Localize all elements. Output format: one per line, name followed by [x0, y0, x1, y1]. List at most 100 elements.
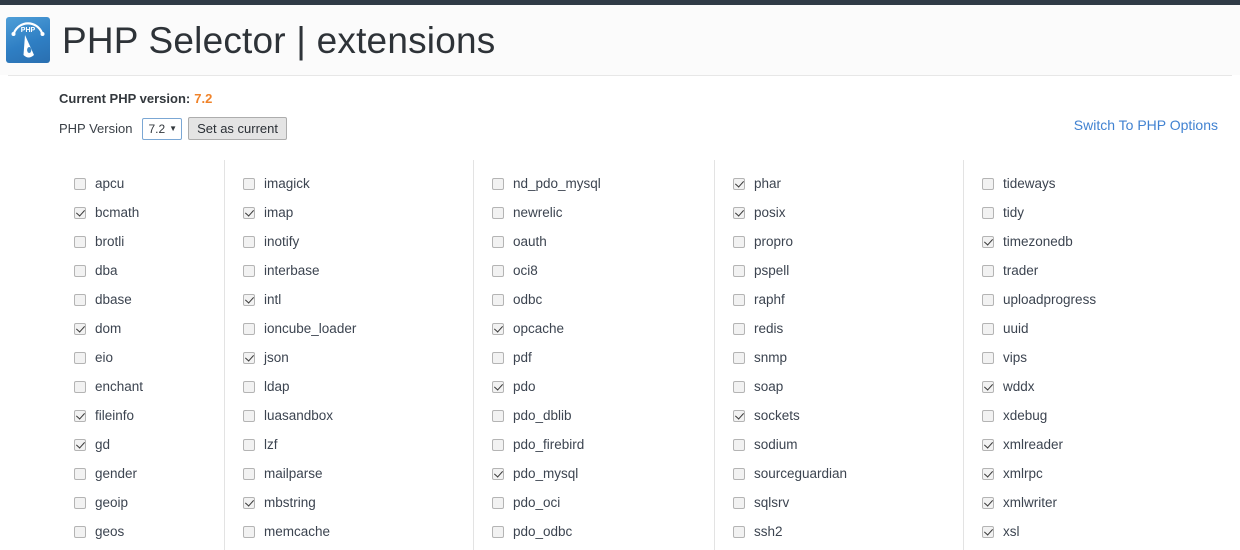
extension-label[interactable]: xsl [1003, 525, 1020, 539]
checkbox-unchecked-icon[interactable] [74, 351, 86, 364]
extension-row[interactable]: memcached [243, 546, 473, 550]
extension-label[interactable]: xdebug [1003, 409, 1047, 423]
checkbox-checked-icon[interactable] [982, 380, 994, 393]
extension-label[interactable]: pdo_oci [513, 496, 560, 510]
extension-label[interactable]: wddx [1003, 380, 1035, 394]
extension-row[interactable]: dbase [74, 285, 224, 314]
extension-row[interactable]: imap [243, 198, 473, 227]
extension-row[interactable]: tideways [982, 169, 1240, 198]
checkbox-unchecked-icon[interactable] [982, 206, 994, 219]
checkbox-unchecked-icon[interactable] [982, 351, 994, 364]
extension-row[interactable]: uploadprogress [982, 285, 1240, 314]
extension-label[interactable]: newrelic [513, 206, 563, 220]
extension-label[interactable]: mbstring [264, 496, 316, 510]
extension-label[interactable]: gd [95, 438, 110, 452]
extension-row[interactable]: xmlrpc [982, 459, 1240, 488]
extension-row[interactable]: mailparse [243, 459, 473, 488]
switch-to-php-options-link[interactable]: Switch To PHP Options [1074, 117, 1218, 133]
checkbox-checked-icon[interactable] [733, 409, 745, 422]
checkbox-unchecked-icon[interactable] [492, 264, 504, 277]
checkbox-checked-icon[interactable] [74, 438, 86, 451]
checkbox-checked-icon[interactable] [492, 380, 504, 393]
extension-label[interactable]: dbase [95, 293, 132, 307]
extension-row[interactable]: pdo [492, 372, 714, 401]
extension-row[interactable]: gender [74, 459, 224, 488]
checkbox-unchecked-icon[interactable] [733, 525, 745, 538]
extension-row[interactable]: uuid [982, 314, 1240, 343]
extension-row[interactable]: dom [74, 314, 224, 343]
extension-label[interactable]: pdo_firebird [513, 438, 584, 452]
checkbox-unchecked-icon[interactable] [74, 177, 86, 190]
extension-label[interactable]: geoip [95, 496, 128, 510]
extension-label[interactable]: gender [95, 467, 137, 481]
checkbox-unchecked-icon[interactable] [492, 351, 504, 364]
extension-label[interactable]: timezonedb [1003, 235, 1073, 249]
extension-label[interactable]: ldap [264, 380, 290, 394]
extension-row[interactable]: pspell [733, 256, 963, 285]
checkbox-checked-icon[interactable] [492, 467, 504, 480]
extension-label[interactable]: sockets [754, 409, 800, 423]
set-as-current-button[interactable]: Set as current [188, 117, 288, 140]
extension-label[interactable]: phar [754, 177, 781, 191]
checkbox-unchecked-icon[interactable] [982, 264, 994, 277]
extension-row[interactable]: json [243, 343, 473, 372]
extension-row[interactable]: gd [74, 430, 224, 459]
extension-label[interactable]: posix [754, 206, 786, 220]
extension-label[interactable]: propro [754, 235, 793, 249]
checkbox-unchecked-icon[interactable] [243, 438, 255, 451]
extension-label[interactable]: ssh2 [754, 525, 783, 539]
extension-row[interactable]: dba [74, 256, 224, 285]
extension-label[interactable]: odbc [513, 293, 542, 307]
extension-label[interactable]: sqlsrv [754, 496, 789, 510]
extension-label[interactable]: pdf [513, 351, 532, 365]
extension-row[interactable]: timezonedb [982, 227, 1240, 256]
extension-row[interactable]: memcache [243, 517, 473, 546]
extension-label[interactable]: soap [754, 380, 783, 394]
extension-row[interactable]: bcmath [74, 198, 224, 227]
checkbox-unchecked-icon[interactable] [733, 293, 745, 306]
extension-row[interactable]: yaf [982, 546, 1240, 550]
checkbox-unchecked-icon[interactable] [492, 409, 504, 422]
extension-row[interactable]: ssh2 [733, 517, 963, 546]
extension-row[interactable]: pdf [492, 343, 714, 372]
checkbox-unchecked-icon[interactable] [733, 496, 745, 509]
extension-row[interactable]: raphf [733, 285, 963, 314]
extension-row[interactable]: sqlsrv [733, 488, 963, 517]
extension-row[interactable]: nd_pdo_mysql [492, 169, 714, 198]
extension-label[interactable]: bcmath [95, 206, 139, 220]
checkbox-unchecked-icon[interactable] [243, 264, 255, 277]
checkbox-checked-icon[interactable] [982, 438, 994, 451]
extension-row[interactable]: apcu [74, 169, 224, 198]
extension-label[interactable]: memcache [264, 525, 330, 539]
checkbox-unchecked-icon[interactable] [492, 177, 504, 190]
extension-row[interactable]: xmlwriter [982, 488, 1240, 517]
checkbox-unchecked-icon[interactable] [733, 235, 745, 248]
extension-row[interactable]: interbase [243, 256, 473, 285]
checkbox-unchecked-icon[interactable] [492, 206, 504, 219]
checkbox-unchecked-icon[interactable] [243, 177, 255, 190]
extension-label[interactable]: enchant [95, 380, 143, 394]
checkbox-unchecked-icon[interactable] [243, 380, 255, 393]
checkbox-unchecked-icon[interactable] [733, 380, 745, 393]
extension-row[interactable]: propro [733, 227, 963, 256]
checkbox-unchecked-icon[interactable] [243, 322, 255, 335]
checkbox-unchecked-icon[interactable] [733, 467, 745, 480]
extension-row[interactable]: luasandbox [243, 401, 473, 430]
extension-row[interactable]: xdebug [982, 401, 1240, 430]
checkbox-unchecked-icon[interactable] [74, 380, 86, 393]
extension-row[interactable]: pdo_pgsql [492, 546, 714, 550]
extension-row[interactable]: oci8 [492, 256, 714, 285]
extension-row[interactable]: gmp [74, 546, 224, 550]
extension-row[interactable]: sourceguardian [733, 459, 963, 488]
checkbox-unchecked-icon[interactable] [243, 235, 255, 248]
extension-label[interactable]: intl [264, 293, 281, 307]
checkbox-checked-icon[interactable] [733, 206, 745, 219]
extension-row[interactable]: pdo_mysql [492, 459, 714, 488]
checkbox-checked-icon[interactable] [243, 351, 255, 364]
checkbox-unchecked-icon[interactable] [492, 496, 504, 509]
checkbox-unchecked-icon[interactable] [74, 235, 86, 248]
extension-row[interactable]: xmlreader [982, 430, 1240, 459]
checkbox-unchecked-icon[interactable] [733, 351, 745, 364]
extension-label[interactable]: redis [754, 322, 783, 336]
checkbox-checked-icon[interactable] [243, 293, 255, 306]
